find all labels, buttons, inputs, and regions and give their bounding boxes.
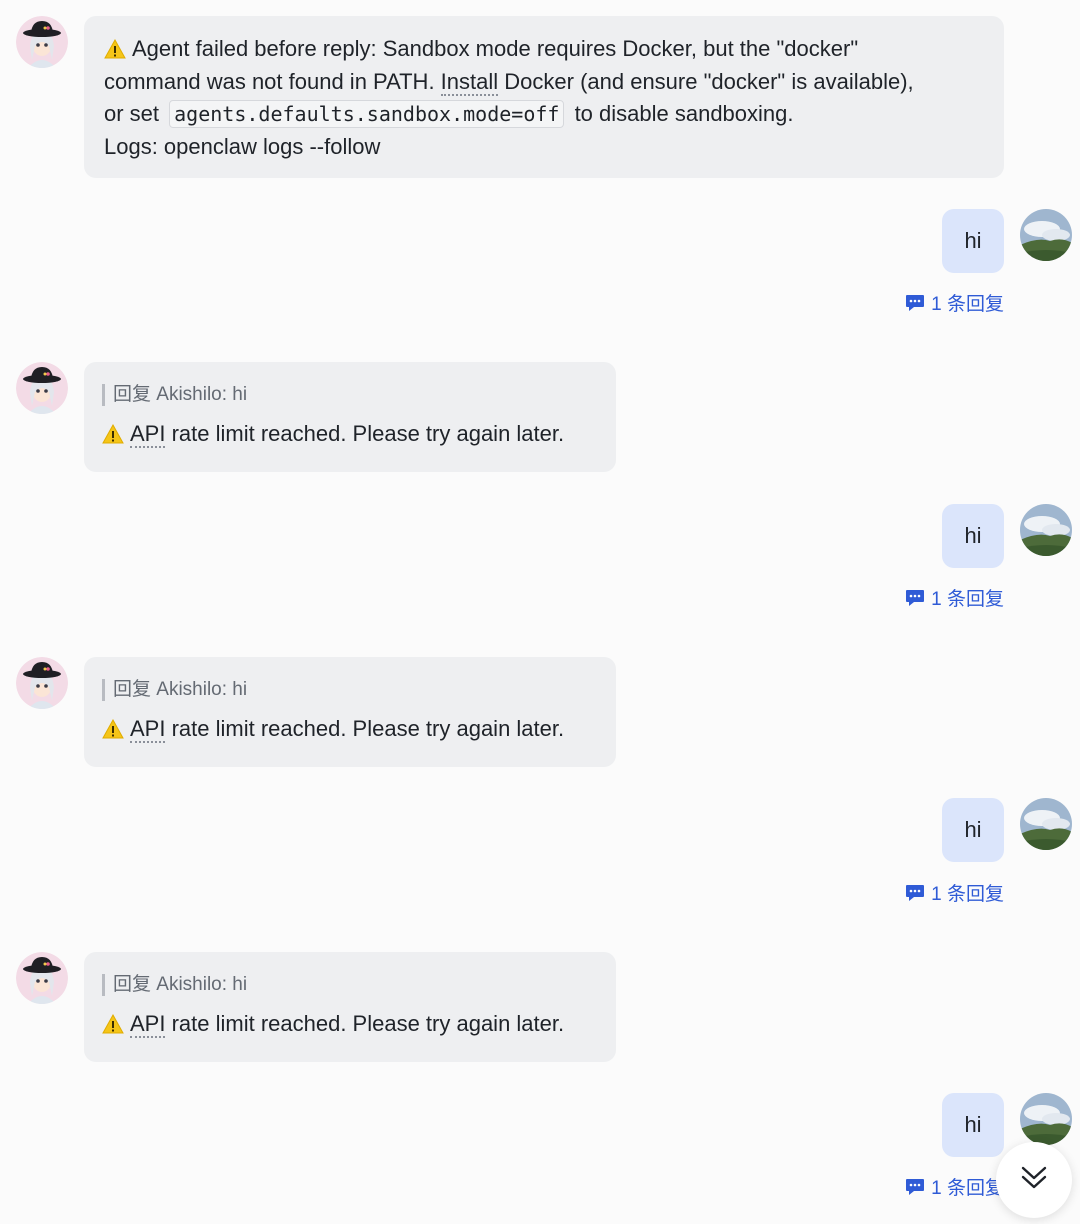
bot-avatar[interactable] [16,16,68,68]
user-avatar[interactable] [1020,209,1072,261]
reply-count-label[interactable]: 1 条回复 [931,289,1004,316]
user-message-bubble: hi [942,209,1004,273]
reply-count-label[interactable]: 1 条回复 [931,879,1004,906]
comment-bubble-icon [905,1178,925,1196]
rate-limit-message: API rate limit reached. Please try again… [102,713,596,746]
reply-count-link[interactable]: 1 条回复 [905,879,1004,906]
rate-limit-message: API rate limit reached. Please try again… [102,418,596,451]
warning-icon [102,716,124,739]
error-message: Agent failed before reply: Sandbox mode … [104,33,984,163]
user-avatar[interactable] [1020,504,1072,556]
error-line-3b: to disable sandboxing. [568,101,794,126]
user-message-text: hi [964,817,982,842]
warning-icon [102,1011,124,1034]
error-line-1: Agent failed before reply: Sandbox mode … [132,36,859,61]
warning-icon [102,421,124,444]
reply-quote[interactable]: 回复 Akishilo: hi [102,384,596,406]
reply-quote[interactable]: 回复 Akishilo: hi [102,974,596,996]
user-avatar[interactable] [1020,798,1072,850]
reply-count-link[interactable]: 1 条回复 [905,289,1004,316]
config-code-snippet: agents.defaults.sandbox.mode=off [169,100,565,128]
install-term-link[interactable]: Install [440,68,499,96]
warning-icon [104,36,126,59]
api-term-link[interactable]: API [130,1011,166,1038]
bot-avatar[interactable] [16,657,68,709]
double-chevron-down-icon [1020,1164,1048,1197]
rate-limit-text: rate limit reached. Please try again lat… [165,716,565,741]
user-message-text: hi [964,523,982,548]
user-message-bubble: hi [942,504,1004,568]
user-avatar[interactable] [1020,1093,1072,1145]
reply-quote[interactable]: 回复 Akishilo: hi [102,679,596,701]
user-message-text: hi [964,228,982,253]
rate-limit-text: rate limit reached. Please try again lat… [165,421,565,446]
comment-bubble-icon [905,884,925,902]
bot-reply-bubble: 回复 Akishilo: hi API rate limit reached. … [84,657,616,767]
user-message-text: hi [964,1112,982,1137]
bot-reply-bubble: 回复 Akishilo: hi API rate limit reached. … [84,952,616,1062]
user-message-bubble: hi [942,798,1004,862]
reply-count-link[interactable]: 1 条回复 [905,584,1004,611]
api-term-link[interactable]: API [130,421,166,448]
scroll-to-bottom-button[interactable] [996,1142,1072,1218]
rate-limit-text: rate limit reached. Please try again lat… [165,1011,565,1036]
bot-avatar[interactable] [16,952,68,1004]
bot-avatar[interactable] [16,362,68,414]
user-message-bubble: hi [942,1093,1004,1157]
error-line-2a: command was not found in PATH. [104,68,441,94]
comment-bubble-icon [905,589,925,607]
reply-count-label[interactable]: 1 条回复 [931,584,1004,611]
comment-bubble-icon [905,294,925,312]
reply-count-label[interactable]: 1 条回复 [931,1173,1004,1200]
error-line-2c: Docker (and ensure "docker" is available… [498,68,914,94]
error-line-4: Logs: openclaw logs --follow [104,133,381,159]
bot-error-bubble: Agent failed before reply: Sandbox mode … [84,16,1004,178]
bot-reply-bubble: 回复 Akishilo: hi API rate limit reached. … [84,362,616,472]
reply-count-link[interactable]: 1 条回复 [905,1173,1004,1200]
rate-limit-message: API rate limit reached. Please try again… [102,1008,596,1041]
api-term-link[interactable]: API [130,716,166,743]
error-line-3a: or set [104,101,166,126]
